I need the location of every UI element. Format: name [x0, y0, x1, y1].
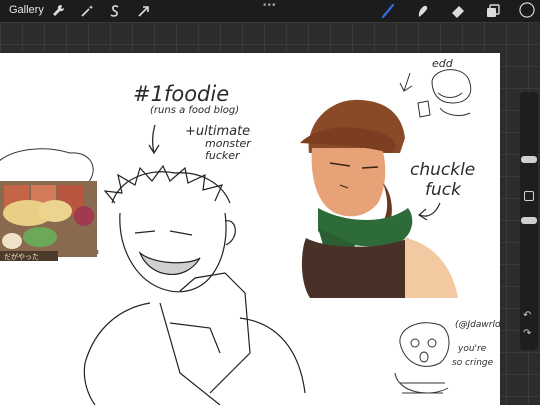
- cringe-doodle: [394, 322, 450, 394]
- laughing-character-sketch: [83, 164, 306, 405]
- fucker-text: fucker: [205, 149, 241, 162]
- arrow-down-foodie: [148, 124, 160, 155]
- more-options-dots[interactable]: •••: [263, 0, 277, 11]
- food-photo-bubble: [0, 148, 99, 261]
- edd-label: edd: [432, 57, 454, 70]
- arrow-left-chuckle: [417, 202, 441, 221]
- fuck-text: fuck: [425, 180, 462, 200]
- foodie-subtitle: (runs a food blog): [150, 105, 239, 116]
- brush-size-slider[interactable]: [521, 156, 537, 163]
- edd-doodle: [399, 69, 472, 118]
- handle-text: (@Jdawrld): [455, 320, 500, 330]
- wrench-icon[interactable]: [50, 3, 66, 19]
- opacity-slider[interactable]: [521, 217, 537, 224]
- so-cringe-text: so cringe: [452, 358, 494, 368]
- transform-arrow-icon[interactable]: [136, 3, 152, 19]
- right-sidebar: ↶ ↷: [520, 92, 538, 350]
- selection-s-icon[interactable]: [107, 3, 123, 19]
- youre-text: you're: [457, 344, 487, 354]
- brush-icon[interactable]: [380, 3, 396, 19]
- chuckle-text: chuckle: [410, 160, 475, 180]
- foodie-title: #1foodie: [133, 82, 229, 106]
- modify-button[interactable]: [524, 191, 534, 201]
- drawing-canvas[interactable]: だがやった #1foodie (runs a food blog) +ultim…: [0, 53, 500, 405]
- top-toolbar: Gallery •••: [0, 0, 540, 22]
- magic-wand-icon[interactable]: [79, 3, 95, 19]
- color-swatch[interactable]: [519, 2, 536, 19]
- layers-icon[interactable]: [485, 3, 501, 19]
- undo-icon[interactable]: ↶: [523, 310, 531, 321]
- photo-caption: だがやった: [4, 252, 39, 261]
- smudge-icon[interactable]: [415, 3, 431, 19]
- redo-icon[interactable]: ↷: [523, 328, 531, 339]
- eraser-icon[interactable]: [450, 3, 466, 19]
- gallery-button[interactable]: Gallery: [9, 4, 44, 16]
